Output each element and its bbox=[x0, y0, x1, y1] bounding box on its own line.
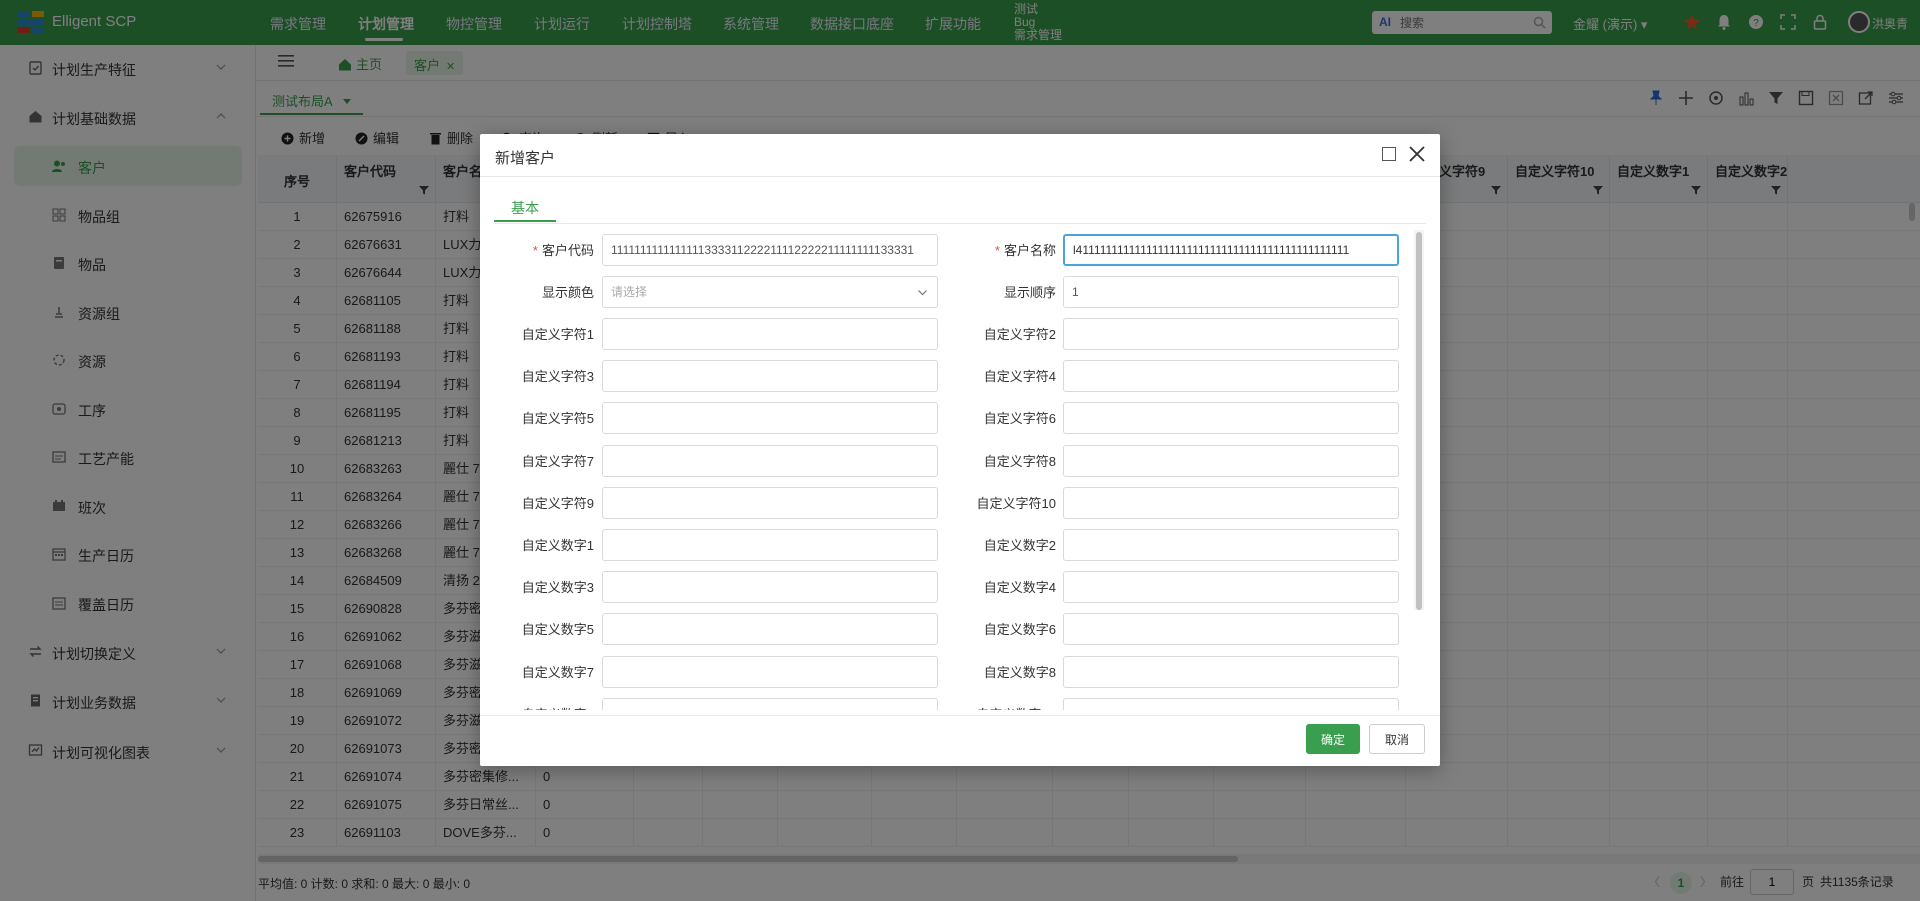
display-order-label: 显示顺序 bbox=[1003, 285, 1056, 300]
custom-field-input[interactable] bbox=[1063, 655, 1399, 688]
confirm-button[interactable]: 确定 bbox=[1306, 724, 1360, 754]
custom-field-label: 自定义字符7 bbox=[521, 453, 594, 469]
custom-field-label: 自定义数字1 bbox=[521, 538, 594, 553]
custom-field-label: 自定义字符2 bbox=[983, 327, 1056, 342]
display-color-select[interactable]: 请选择 bbox=[602, 276, 938, 308]
custom-field-label: 自定义字符1 bbox=[521, 327, 594, 342]
custom-field-input[interactable] bbox=[602, 444, 938, 477]
customer-name-input[interactable]: l411111111111111111111111111111111111111… bbox=[1063, 234, 1399, 266]
custom-field-input[interactable] bbox=[1063, 529, 1399, 561]
custom-field-label: 自定义数字8 bbox=[983, 664, 1056, 680]
custom-field-label: 自定义字符9 bbox=[521, 495, 594, 511]
display-order-input[interactable]: 1 bbox=[1063, 276, 1399, 308]
custom-field-input[interactable] bbox=[1063, 402, 1399, 435]
chevron-down-icon bbox=[918, 290, 927, 296]
scrollbar-thumb[interactable] bbox=[1416, 232, 1422, 610]
cancel-button[interactable]: 取消 bbox=[1369, 724, 1425, 754]
required-marker: * bbox=[994, 243, 1000, 258]
custom-field-label: 自定义数字10 bbox=[956, 704, 1056, 710]
custom-field-label: 自定义字符4 bbox=[983, 369, 1056, 385]
dialog-divider bbox=[480, 176, 1440, 177]
display-color-label: 显示颜色 bbox=[541, 285, 594, 300]
custom-field-input[interactable] bbox=[1063, 613, 1399, 646]
add-customer-dialog: 新增客户 基本 * 客户代码 11111111111111113333112222… bbox=[480, 134, 1440, 766]
dialog-footer-divider bbox=[480, 715, 1440, 716]
custom-field-label: 自定义字符5 bbox=[521, 411, 594, 427]
custom-field-input[interactable] bbox=[602, 486, 938, 519]
custom-field-label: 自定义字符8 bbox=[983, 453, 1056, 469]
custom-field-label: 自定义数字9 bbox=[494, 704, 594, 710]
customer-form: * 客户代码 1111111111111111333311222211112222… bbox=[494, 230, 1426, 710]
tab-basic[interactable]: 基本 bbox=[494, 192, 556, 222]
custom-field-input[interactable] bbox=[602, 402, 938, 435]
form-scrollbar[interactable] bbox=[1414, 230, 1424, 610]
custom-field-input[interactable] bbox=[1063, 318, 1399, 350]
custom-field-label: 自定义数字3 bbox=[521, 580, 594, 596]
custom-field-input[interactable] bbox=[602, 613, 938, 646]
customer-name-label: * 客户名称 bbox=[956, 240, 1056, 259]
custom-field-input[interactable] bbox=[1063, 360, 1399, 393]
customer-code-input[interactable]: 1111111111111111333311222211112222211111… bbox=[602, 234, 938, 266]
custom-field-label: 自定义数字2 bbox=[983, 538, 1056, 553]
custom-field-label: 自定义数字5 bbox=[521, 622, 594, 638]
custom-field-label: 自定义字符10 bbox=[976, 495, 1056, 511]
dialog-title: 新增客户 bbox=[495, 150, 556, 167]
tab-divider bbox=[494, 223, 1426, 224]
custom-field-input[interactable] bbox=[1063, 571, 1399, 604]
display-color-placeholder: 请选择 bbox=[611, 285, 648, 299]
customer-name-label-text: 客户名称 bbox=[1003, 243, 1056, 258]
customer-code-label-text: 客户代码 bbox=[541, 243, 594, 258]
custom-field-label: 自定义数字4 bbox=[983, 580, 1056, 596]
custom-field-label: 自定义数字6 bbox=[983, 622, 1056, 638]
custom-field-input[interactable] bbox=[602, 529, 938, 561]
custom-field-label: 自定义字符3 bbox=[521, 369, 594, 385]
custom-field-input[interactable] bbox=[602, 655, 938, 688]
custom-field-input[interactable] bbox=[602, 571, 938, 604]
custom-field-input[interactable] bbox=[602, 318, 938, 350]
required-marker: * bbox=[532, 243, 538, 258]
custom-field-input[interactable] bbox=[1063, 444, 1399, 477]
custom-field-input[interactable] bbox=[1063, 697, 1399, 710]
custom-field-label: 自定义字符6 bbox=[983, 411, 1056, 427]
custom-field-input[interactable] bbox=[1063, 486, 1399, 519]
customer-code-label: * 客户代码 bbox=[494, 240, 594, 259]
custom-field-input[interactable] bbox=[602, 360, 938, 393]
close-icon[interactable] bbox=[1407, 144, 1427, 164]
maximize-icon[interactable] bbox=[1382, 147, 1396, 161]
custom-field-label: 自定义数字7 bbox=[521, 664, 594, 680]
custom-field-input[interactable] bbox=[602, 697, 938, 710]
